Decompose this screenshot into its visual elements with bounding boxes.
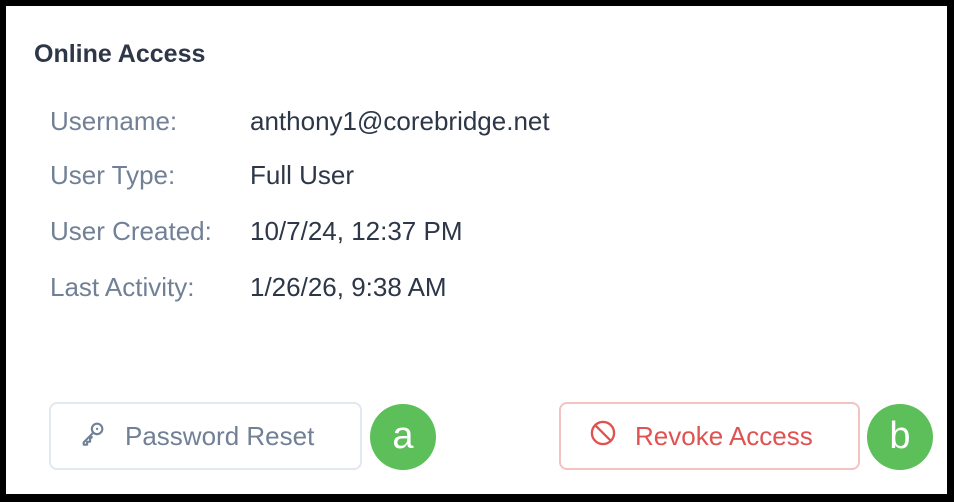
revoke-access-button[interactable]: Revoke Access: [559, 402, 860, 470]
user-type-value: Full User: [250, 160, 355, 190]
online-access-card: Online Access Username: anthony1@corebri…: [6, 6, 947, 494]
section-title: Online Access: [34, 40, 206, 68]
password-reset-label: Password Reset: [125, 420, 315, 451]
last-activity-label: Last Activity:: [50, 272, 195, 302]
annotation-badge-b: b: [867, 404, 933, 470]
username-value: anthony1@corebridge.net: [250, 106, 550, 136]
ban-icon: [589, 419, 617, 454]
user-type-label: User Type:: [50, 160, 176, 190]
user-created-label: User Created:: [50, 216, 212, 246]
last-activity-value: 1/26/26, 9:38 AM: [250, 272, 447, 302]
user-created-value: 10/7/24, 12:37 PM: [250, 216, 463, 246]
username-label: Username:: [50, 106, 178, 136]
key-icon: [79, 419, 107, 454]
revoke-access-label: Revoke Access: [635, 420, 813, 451]
password-reset-button[interactable]: Password Reset: [49, 402, 362, 470]
annotation-badge-a: a: [370, 404, 436, 470]
